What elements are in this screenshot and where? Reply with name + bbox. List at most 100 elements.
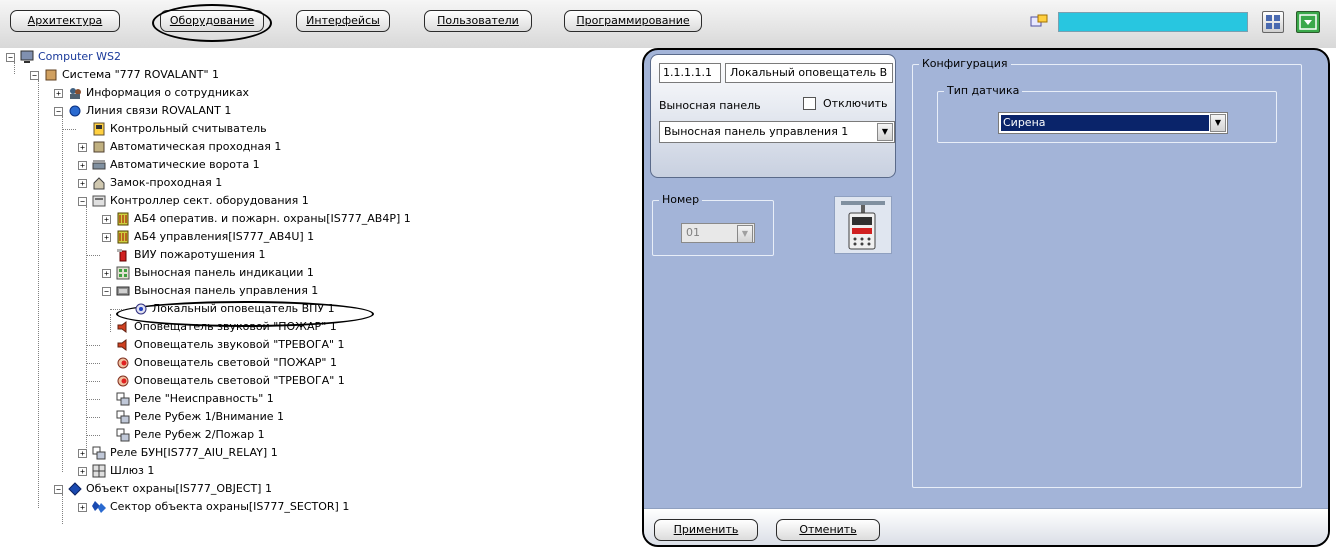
tree-item-label: Объект охраны[IS777_OBJECT] 1: [86, 482, 272, 495]
relay-icon: [116, 392, 130, 406]
light-icon: [117, 375, 129, 387]
computer-icon: [20, 50, 34, 63]
module-icon: [117, 212, 129, 226]
chevron-down-icon: [1299, 14, 1317, 30]
tree-connector: [86, 381, 100, 382]
top-search-field[interactable]: [1058, 12, 1248, 32]
expand-toggle[interactable]: +: [102, 215, 111, 224]
tree-item-label: ВИУ пожаротушения 1: [134, 248, 266, 261]
object-id-field: 1.1.1.1.1: [659, 63, 721, 83]
disable-checkbox[interactable]: [803, 97, 816, 110]
notifier-icon: [135, 303, 147, 315]
tree-item-label: АБ4 управления[IS777_AB4U] 1: [134, 230, 315, 243]
panel-select-value: Выносная панель управления 1: [664, 125, 849, 138]
tab-architecture[interactable]: Архитектура: [10, 10, 120, 32]
number-group: Номер 01 ▼: [652, 193, 774, 256]
window-layout-icon[interactable]: [1030, 14, 1048, 28]
collapse-toggle[interactable]: −: [54, 107, 63, 116]
tree-connector: [86, 435, 100, 436]
sensor-type-select[interactable]: Сирена ▼: [998, 112, 1228, 134]
tree-item-label: Локальный оповещатель ВПУ 1: [152, 302, 335, 315]
gateway-icon: [92, 464, 106, 478]
expand-toggle[interactable]: +: [78, 467, 87, 476]
tab-programming-label: Программирование: [576, 14, 690, 27]
people-icon: [70, 88, 81, 99]
tree-item-label: Оповещатель световой "ТРЕВОГА" 1: [134, 374, 345, 387]
collapse-toggle[interactable]: −: [78, 197, 87, 206]
tree-connector: [38, 80, 39, 508]
tree-item-label: Реле Рубеж 1/Внимание 1: [134, 410, 285, 423]
configuration-group: Конфигурация Тип датчика Сирена ▼: [912, 57, 1302, 488]
tab-users[interactable]: Пользователи: [424, 10, 532, 32]
apply-button[interactable]: Применить: [654, 519, 758, 541]
collapse-toggle[interactable]: −: [102, 287, 111, 296]
sound-icon: [117, 321, 127, 333]
object-name-input[interactable]: Локальный оповещатель В: [725, 63, 893, 83]
collapse-toggle[interactable]: −: [6, 53, 15, 62]
lock-icon: [93, 177, 105, 190]
tree-item-label: Система "777 ROVALANT" 1: [62, 68, 220, 81]
expand-toggle[interactable]: +: [78, 179, 87, 188]
system-icon: [45, 69, 57, 81]
configuration-legend: Конфигурация: [919, 57, 1011, 70]
light-icon: [117, 357, 129, 369]
chevron-down-icon[interactable]: ▼: [1210, 114, 1226, 132]
module-icon: [117, 230, 129, 244]
object-icon: [68, 482, 82, 496]
tree-connector: [86, 345, 100, 346]
panel-select[interactable]: Выносная панель управления 1 ▼: [659, 121, 895, 143]
turnstile-icon: [93, 141, 105, 153]
sector-icon: [92, 501, 106, 513]
cancel-button[interactable]: Отменить: [776, 519, 880, 541]
control-panel-device-icon: [841, 201, 885, 250]
expand-toggle[interactable]: +: [78, 143, 87, 152]
expand-toggle[interactable]: +: [102, 233, 111, 242]
tab-programming[interactable]: Программирование: [564, 10, 702, 32]
collapse-toggle[interactable]: −: [54, 485, 63, 494]
device-picture: [834, 196, 892, 254]
indicator-panel-icon: [116, 266, 130, 280]
grid-layout-button[interactable]: [1262, 11, 1284, 33]
number-select-value: 01: [686, 226, 700, 239]
equipment-tree: − Computer WS2 − Система "777 ROVALANT" …: [0, 48, 640, 547]
tree-item-label: Реле БУН[IS777_AIU_RELAY] 1: [110, 446, 278, 459]
expand-toggle[interactable]: +: [54, 89, 63, 98]
control-panel-icon: [116, 286, 130, 296]
number-select: 01 ▼: [681, 223, 755, 243]
tree-connector: [86, 417, 100, 418]
tree-item-label: Автоматическая проходная 1: [110, 140, 282, 153]
number-legend: Номер: [659, 193, 703, 206]
tree-item-label: АБ4 оператив. и пожарн. охраны[IS777_AB4…: [134, 212, 411, 225]
panel-label: Выносная панель: [659, 99, 761, 112]
cancel-button-label: Отменить: [799, 523, 857, 536]
tree-connector: [110, 309, 124, 310]
tree-item-label: Выносная панель управления 1: [134, 284, 319, 297]
tab-interfaces[interactable]: Интерфейсы: [296, 10, 390, 32]
sound-icon: [117, 339, 127, 351]
expand-toggle[interactable]: +: [102, 269, 111, 278]
extinguisher-icon: [117, 249, 127, 262]
reader-icon: [93, 122, 105, 136]
tree-item-label: Оповещатель звуковой "ТРЕВОГА" 1: [134, 338, 345, 351]
tree-item-label: Реле "Неисправность" 1: [134, 392, 274, 405]
tree-connector: [62, 116, 63, 472]
chevron-down-icon[interactable]: ▼: [877, 123, 893, 141]
tree-item-label: Оповещатель звуковой "ПОЖАР" 1: [134, 320, 337, 333]
tree-item-label: Информация о сотрудниках: [86, 86, 250, 99]
tree-connector: [62, 129, 76, 130]
tree-item-label: Сектор объекта охраны[IS777_SECTOR] 1: [110, 500, 350, 513]
sensor-type-group: Тип датчика Сирена ▼: [937, 84, 1277, 143]
tab-architecture-label: Архитектура: [27, 14, 103, 27]
settings-panel: 1.1.1.1.1 Локальный оповещатель В Выносн…: [642, 48, 1330, 547]
menu-dropdown-button[interactable]: [1296, 11, 1320, 33]
expand-toggle[interactable]: +: [78, 449, 87, 458]
expand-toggle[interactable]: +: [78, 503, 87, 512]
tab-interfaces-label: Интерфейсы: [306, 14, 380, 27]
line-icon: [69, 105, 81, 117]
tree-item-selected[interactable]: Локальный оповещатель ВПУ 1: [110, 300, 346, 318]
grid-icon: [1266, 15, 1280, 29]
collapse-toggle[interactable]: −: [30, 71, 39, 80]
expand-toggle[interactable]: +: [78, 161, 87, 170]
relay-icon: [116, 428, 130, 442]
top-toolbar: Архитектура Оборудование Интерфейсы Поль…: [0, 0, 1336, 48]
